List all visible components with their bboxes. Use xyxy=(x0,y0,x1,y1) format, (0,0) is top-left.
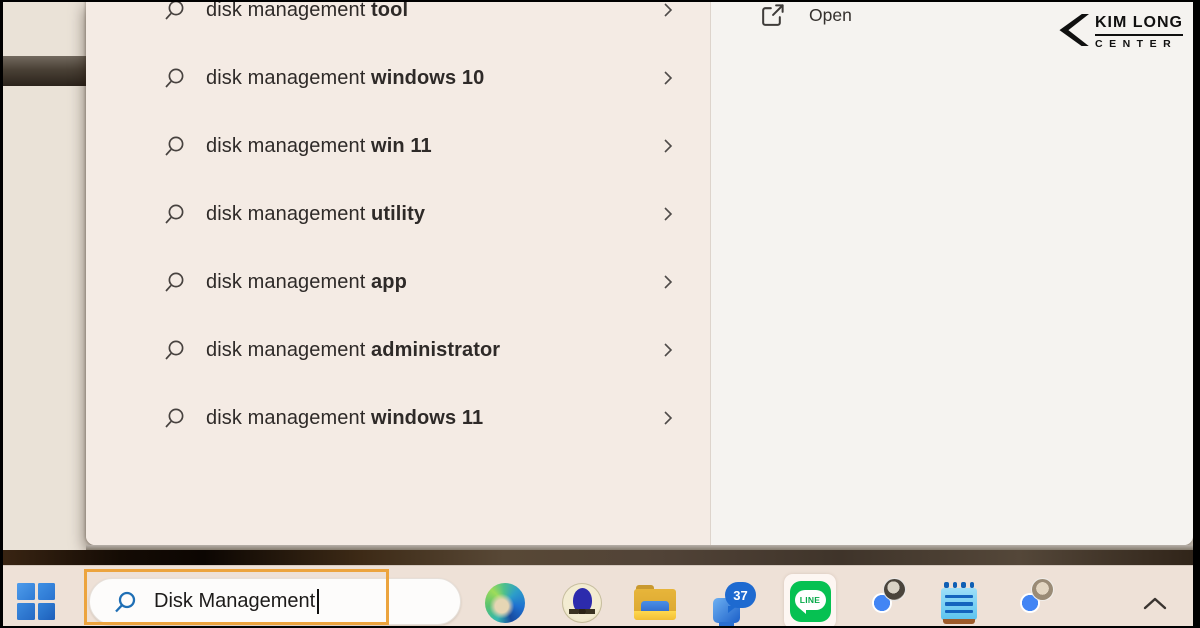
search-icon xyxy=(162,0,186,22)
chevron-right-icon[interactable] xyxy=(660,206,676,222)
search-input-value: Disk Management xyxy=(154,590,315,613)
windows-logo-icon xyxy=(17,583,35,600)
taskbar-icon-chrome-1[interactable] xyxy=(860,581,904,625)
desktop-shadow-band xyxy=(0,550,1200,565)
search-flyout-panel: disk management tool disk management win… xyxy=(86,0,1193,545)
show-hidden-icons-button[interactable] xyxy=(1133,581,1177,625)
suggestion-row-app[interactable]: disk management app xyxy=(86,248,710,316)
external-link-icon xyxy=(759,2,786,29)
suggestion-prefix: disk management xyxy=(206,407,365,429)
suggestion-prefix: disk management xyxy=(206,339,365,361)
open-command[interactable]: Open xyxy=(759,0,852,36)
kim-long-center-watermark: KIM LONG CENTER xyxy=(1055,14,1183,50)
teams-chat-icon: 37 xyxy=(712,582,756,624)
suggestion-suffix: windows 10 xyxy=(371,67,484,89)
suggestion-list: disk management tool disk management win… xyxy=(86,0,710,452)
suggestion-row-windows-11[interactable]: disk management windows 11 xyxy=(86,384,710,452)
chevron-right-icon[interactable] xyxy=(660,274,676,290)
taskbar-icon-line[interactable]: LINE xyxy=(784,574,836,628)
suggestion-prefix: disk management xyxy=(206,203,365,225)
line-icon-label: LINE xyxy=(795,590,826,610)
notepad-icon xyxy=(941,582,977,624)
desktop-wallpaper-band xyxy=(0,56,86,86)
file-explorer-icon xyxy=(634,585,676,621)
search-icon xyxy=(162,338,186,362)
suggestion-prefix: disk management xyxy=(206,0,365,21)
profile-avatar xyxy=(1031,578,1054,601)
text-cursor xyxy=(317,589,319,614)
suggestion-prefix: disk management xyxy=(206,271,365,293)
search-preview-pane: Open KIM LONG CENTER xyxy=(710,0,1193,545)
taskbar: Disk Management 37 LINE xyxy=(0,565,1200,628)
profile-avatar xyxy=(883,578,906,601)
taskbar-icon-file-explorer[interactable] xyxy=(633,581,677,625)
suggestion-prefix: disk management xyxy=(206,67,365,89)
taskbar-icon-notepad[interactable] xyxy=(937,581,981,625)
suggestion-row-windows-10[interactable]: disk management windows 10 xyxy=(86,44,710,112)
chevron-up-icon xyxy=(1142,595,1168,611)
search-icon xyxy=(112,589,138,615)
suggestion-row-win-11[interactable]: disk management win 11 xyxy=(86,112,710,180)
search-icon xyxy=(162,202,186,226)
suggestion-row-tool[interactable]: disk management tool xyxy=(86,0,710,44)
unread-count-badge: 37 xyxy=(725,582,756,608)
taskbar-search-box[interactable]: Disk Management xyxy=(89,578,461,625)
chevron-right-icon[interactable] xyxy=(660,2,676,18)
brand-chevron-icon xyxy=(1055,14,1089,50)
open-label: Open xyxy=(809,5,852,26)
chevron-right-icon[interactable] xyxy=(660,138,676,154)
suggestion-suffix: tool xyxy=(371,0,408,21)
chrome-icon xyxy=(862,583,902,623)
taskbar-icon-chat[interactable]: 37 xyxy=(712,581,756,625)
chevron-right-icon[interactable] xyxy=(660,70,676,86)
suggestion-row-utility[interactable]: disk management utility xyxy=(86,180,710,248)
line-icon: LINE xyxy=(790,581,831,622)
suggestion-row-administrator[interactable]: disk management administrator xyxy=(86,316,710,384)
taskbar-icon-edge[interactable] xyxy=(483,581,527,625)
search-icon xyxy=(162,406,186,430)
suggestion-suffix: administrator xyxy=(371,339,500,361)
suggestion-prefix: disk management xyxy=(206,135,365,157)
suggestion-suffix: win 11 xyxy=(371,135,432,157)
suggestion-suffix: windows 11 xyxy=(371,407,483,429)
brand-line2: CENTER xyxy=(1095,38,1183,50)
search-icon xyxy=(162,66,186,90)
search-icon xyxy=(162,134,186,158)
edge-icon xyxy=(485,583,525,623)
chevron-right-icon[interactable] xyxy=(660,410,676,426)
pin-app-icon xyxy=(562,583,602,623)
brand-line1: KIM LONG xyxy=(1095,14,1183,36)
search-suggestions-pane: disk management tool disk management win… xyxy=(86,0,710,545)
taskbar-icon-chrome-2[interactable] xyxy=(1008,581,1052,625)
start-button[interactable] xyxy=(17,583,55,620)
windows-search-screenshot: disk management tool disk management win… xyxy=(0,0,1200,628)
suggestion-suffix: utility xyxy=(371,203,425,225)
chrome-icon xyxy=(1010,583,1050,623)
taskbar-icon-app[interactable] xyxy=(560,581,604,625)
search-icon xyxy=(162,270,186,294)
suggestion-suffix: app xyxy=(371,271,407,293)
chevron-right-icon[interactable] xyxy=(660,342,676,358)
